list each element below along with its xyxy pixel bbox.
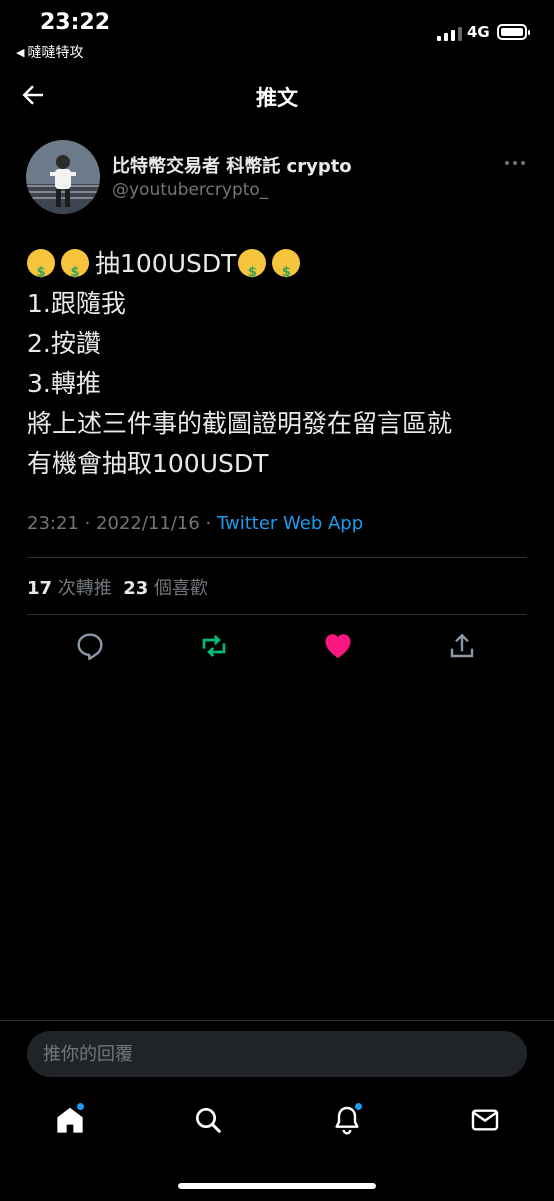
back-triangle-icon: ◀ xyxy=(16,45,25,59)
likes-count: 23 xyxy=(123,578,149,599)
more-options-icon[interactable] xyxy=(502,152,528,174)
author-handle[interactable]: @youtubercrypto_ xyxy=(112,180,268,200)
retweet-icon[interactable] xyxy=(198,630,230,662)
tweet-line-4: 3.轉推 xyxy=(27,369,101,398)
retweets-stat[interactable]: 17 次轉推 xyxy=(27,578,112,599)
page-title: 推文 xyxy=(256,86,298,110)
mail-icon[interactable] xyxy=(469,1104,501,1136)
divider xyxy=(27,557,527,558)
reply-icon[interactable] xyxy=(74,630,106,662)
likes-stat[interactable]: 23 個喜歡 xyxy=(123,578,208,599)
tweet-line-1: 抽100USDT xyxy=(27,244,537,293)
divider xyxy=(27,614,527,615)
back-to-app-link[interactable]: ◀ 噠噠特攻 xyxy=(16,42,83,62)
battery-icon xyxy=(497,24,530,40)
heart-icon[interactable] xyxy=(322,630,354,662)
share-icon[interactable] xyxy=(446,630,478,662)
back-app-label: 噠噠特攻 xyxy=(27,45,84,61)
home-notification-dot xyxy=(77,1103,84,1110)
retweets-count: 17 xyxy=(27,578,53,599)
tweet-line-3: 2.按讚 xyxy=(27,329,101,358)
tweet-line-5: 將上述三件事的截圖證明發在留言區就 xyxy=(27,409,453,438)
notification-dot xyxy=(355,1103,362,1110)
status-time: 23:22 xyxy=(40,10,111,35)
money-mouth-face-icon xyxy=(272,249,301,293)
money-mouth-face-icon xyxy=(27,249,55,293)
search-icon[interactable] xyxy=(192,1104,224,1136)
reply-input[interactable] xyxy=(27,1031,527,1077)
tweet-stats: 17 次轉推 23 個喜歡 xyxy=(27,574,208,600)
network-type: 4G xyxy=(467,23,490,41)
home-indicator xyxy=(178,1183,376,1189)
avatar-photo xyxy=(26,140,100,214)
money-mouth-face-icon xyxy=(61,249,89,293)
tweet-time: 23:21 xyxy=(27,513,79,534)
likes-label: 個喜歡 xyxy=(154,578,209,599)
author-name[interactable]: 比特幣交易者 科幣託 crypto xyxy=(112,152,352,178)
money-mouth-face-icon xyxy=(238,249,267,293)
status-bar: 23:22 ◀ 噠噠特攻 4G xyxy=(0,0,554,70)
tweet-text: 抽100USDT 1.跟隨我 2.按讚 3.轉推 將上述三件事的截圖證明發在留言… xyxy=(27,244,537,484)
tweet-source-link[interactable]: Twitter Web App xyxy=(217,513,363,534)
cellular-signal-icon xyxy=(437,26,462,41)
nav-bar: 推文 xyxy=(0,70,554,120)
tweet-date: 2022/11/16 xyxy=(96,513,200,534)
tweet-meta: 23:21 · 2022/11/16 · Twitter Web App xyxy=(27,513,363,534)
retweets-label: 次轉推 xyxy=(57,578,112,599)
meta-separator: · xyxy=(78,513,97,534)
tweet-line-6: 有機會抽取100USDT xyxy=(27,449,269,478)
tweet-line-1-text: 抽100USDT xyxy=(95,249,237,278)
meta-separator: · xyxy=(199,513,217,534)
avatar[interactable] xyxy=(26,140,100,214)
